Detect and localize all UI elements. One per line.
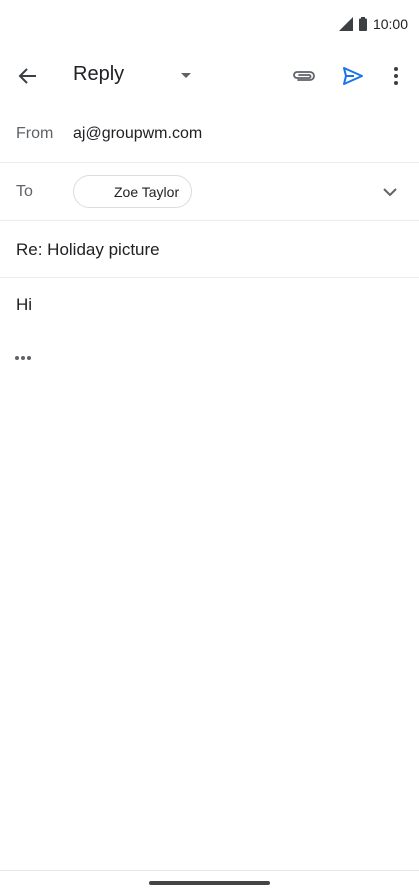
arrow-drop-down-icon [181,73,191,78]
more-options-button[interactable] [376,56,416,96]
battery-icon [358,17,367,31]
compose-mode-title[interactable]: Reply [73,63,124,86]
status-time: 10:00 [372,16,408,32]
back-button[interactable] [8,56,48,96]
system-navigation-bar [0,870,419,894]
from-label: From [16,125,54,142]
from-field[interactable]: From aj@groupwm.com [0,105,419,163]
compose-mode-dropdown[interactable] [166,56,206,96]
status-bar: 10:00 [0,0,419,48]
message-body[interactable]: Hi [16,295,32,315]
subject-text[interactable]: Re: Holiday picture [16,240,160,260]
from-address[interactable]: aj@groupwm.com [73,125,202,143]
to-label: To [16,183,33,200]
compose-screen: 10:00 Reply From aj@groupwm.com To Zoe T… [0,0,419,894]
paperclip-icon [293,71,315,81]
send-icon [343,67,363,85]
recipient-chip[interactable]: Zoe Taylor [73,175,192,208]
arrow-back-icon [18,68,36,84]
recipient-name: Zoe Taylor [114,183,180,200]
home-gesture-handle[interactable] [149,881,270,885]
top-app-bar: Reply [0,48,419,104]
more-horiz-icon [15,356,31,360]
send-button[interactable] [333,56,373,96]
subject-field[interactable]: Re: Holiday picture [0,221,419,278]
attach-button[interactable] [284,56,324,96]
to-field[interactable]: To Zoe Taylor [0,163,419,221]
more-vert-icon [394,67,398,85]
expand-recipients-button[interactable] [370,172,410,212]
cellular-signal-icon [338,17,353,31]
chevron-down-icon [383,187,397,196]
show-quoted-text-button[interactable] [14,350,36,366]
